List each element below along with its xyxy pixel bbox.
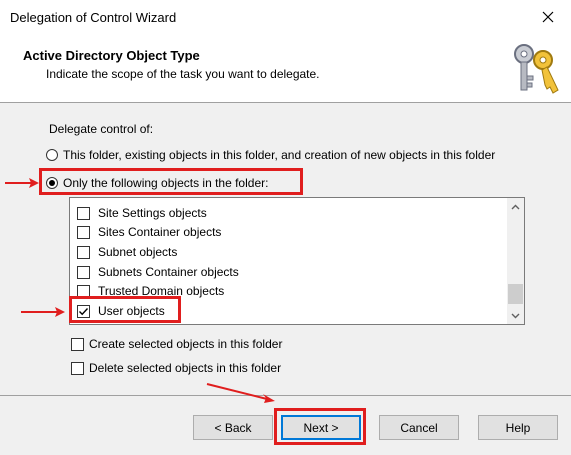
list-item-site-settings[interactable]: Site Settings objects	[77, 205, 207, 221]
checkbox-checked[interactable]	[77, 304, 90, 318]
window-title: Delegation of Control Wizard	[10, 10, 177, 25]
create-objects-option[interactable]: Create selected objects in this folder	[71, 337, 282, 351]
radio-label: Only the following objects in the folder…	[63, 176, 269, 190]
next-button[interactable]: Next >	[281, 415, 361, 440]
keys-icon	[514, 44, 559, 94]
scroll-thumb[interactable]	[508, 284, 523, 304]
radio-button[interactable]	[46, 149, 58, 161]
close-icon	[542, 11, 554, 23]
chevron-up-icon	[511, 204, 520, 209]
radio-button-selected[interactable]	[46, 177, 58, 189]
delete-objects-label: Delete selected objects in this folder	[89, 361, 282, 375]
checkbox[interactable]	[71, 337, 84, 351]
object-type-list[interactable]: Site Settings objects Sites Container ob…	[69, 197, 525, 325]
delegate-label: Delegate control of:	[49, 122, 154, 136]
radio-this-folder[interactable]: This folder, existing objects in this fo…	[46, 148, 495, 162]
list-item-label: Site Settings objects	[98, 206, 207, 220]
checkbox[interactable]	[77, 206, 90, 220]
checkmark-icon	[79, 307, 89, 315]
chevron-down-icon	[511, 313, 520, 318]
list-item-trusted-domain[interactable]: Trusted Domain objects	[77, 283, 224, 299]
radio-following-objects[interactable]: Only the following objects in the folder…	[46, 176, 268, 190]
page-subtitle: Indicate the scope of the task you want …	[46, 67, 320, 81]
list-item-label: User objects	[98, 304, 165, 318]
list-item-subnet[interactable]: Subnet objects	[77, 244, 177, 260]
checkbox[interactable]	[77, 265, 90, 279]
wizard-header: Active Directory Object Type Indicate th…	[0, 34, 571, 103]
help-button[interactable]: Help	[478, 415, 558, 440]
cancel-button[interactable]: Cancel	[379, 415, 459, 440]
list-item-sites-container[interactable]: Sites Container objects	[77, 224, 221, 240]
checkbox[interactable]	[71, 361, 84, 375]
page-title: Active Directory Object Type	[23, 48, 200, 63]
scroll-down-button[interactable]	[507, 307, 524, 324]
checkbox[interactable]	[77, 245, 90, 259]
close-button[interactable]	[525, 0, 571, 34]
list-item-label: Trusted Domain objects	[98, 284, 225, 298]
list-item-user-objects[interactable]: User objects	[77, 303, 165, 319]
list-item-label: Subnets Container objects	[98, 265, 239, 279]
checkbox[interactable]	[77, 225, 90, 239]
create-objects-label: Create selected objects in this folder	[89, 337, 283, 351]
back-button[interactable]: < Back	[193, 415, 273, 440]
radio-label: This folder, existing objects in this fo…	[63, 148, 496, 162]
checkbox[interactable]	[77, 284, 90, 298]
list-item-label: Sites Container objects	[98, 225, 222, 239]
title-bar: Delegation of Control Wizard	[0, 0, 571, 34]
wizard-body: Delegate control of: This folder, existi…	[0, 103, 571, 395]
delete-objects-option[interactable]: Delete selected objects in this folder	[71, 361, 281, 375]
list-item-subnets-container[interactable]: Subnets Container objects	[77, 264, 239, 280]
wizard-footer: < Back Next > Cancel Help	[0, 395, 571, 455]
list-item-label: Subnet objects	[98, 245, 178, 259]
scroll-up-button[interactable]	[507, 198, 524, 215]
list-scrollbar[interactable]	[507, 198, 524, 324]
